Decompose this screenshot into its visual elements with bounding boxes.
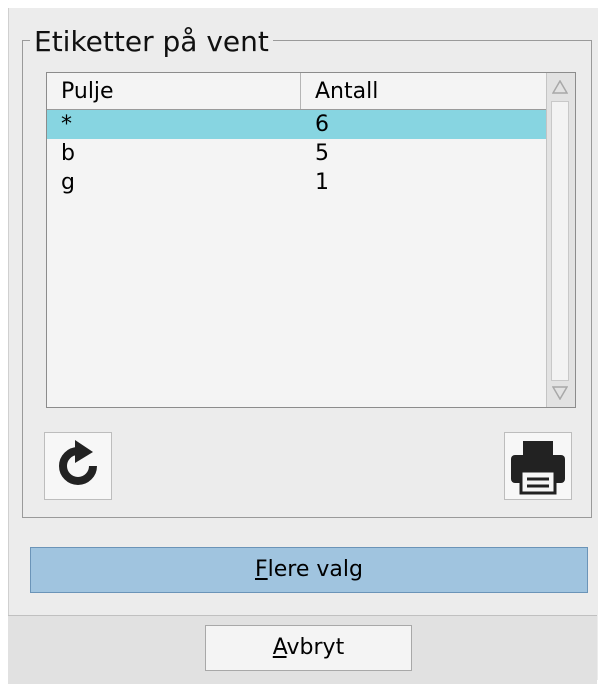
scroll-up-icon[interactable] xyxy=(550,77,570,97)
refresh-button[interactable] xyxy=(44,432,112,500)
cancel-label: vbryt xyxy=(286,635,345,660)
refresh-icon xyxy=(59,440,97,485)
printer-icon xyxy=(511,441,565,495)
list-rows: * 6 b 5 g 1 xyxy=(47,110,547,197)
pulje-cell: * xyxy=(61,112,72,137)
pulje-cell: b xyxy=(61,141,75,166)
print-button[interactable] xyxy=(504,432,572,500)
scrollbar-thumb[interactable] xyxy=(551,101,569,381)
more-options-button[interactable]: Flere valg xyxy=(30,547,588,593)
table-row[interactable]: b 5 xyxy=(47,139,547,168)
antall-cell: 5 xyxy=(315,141,329,166)
more-options-label: lere valg xyxy=(267,557,363,582)
table-row[interactable]: g 1 xyxy=(47,168,547,197)
table-row[interactable]: * 6 xyxy=(47,110,547,139)
antall-cell: 6 xyxy=(315,112,329,137)
list-header: Pulje Antall xyxy=(47,73,547,110)
cancel-mnemonic: A xyxy=(272,635,287,660)
vertical-scrollbar[interactable] xyxy=(546,73,575,407)
pulje-cell: g xyxy=(61,170,75,195)
column-header-antall[interactable]: Antall xyxy=(301,73,547,109)
more-options-mnemonic: F xyxy=(255,557,268,582)
scroll-down-icon[interactable] xyxy=(550,383,570,403)
column-header-pulje[interactable]: Pulje xyxy=(47,73,301,109)
antall-cell: 1 xyxy=(315,170,329,195)
pending-labels-list[interactable]: Pulje Antall * 6 b 5 g 1 xyxy=(46,72,576,408)
group-title: Etiketter på vent xyxy=(30,24,273,60)
cancel-button[interactable]: Avbryt xyxy=(205,625,412,671)
